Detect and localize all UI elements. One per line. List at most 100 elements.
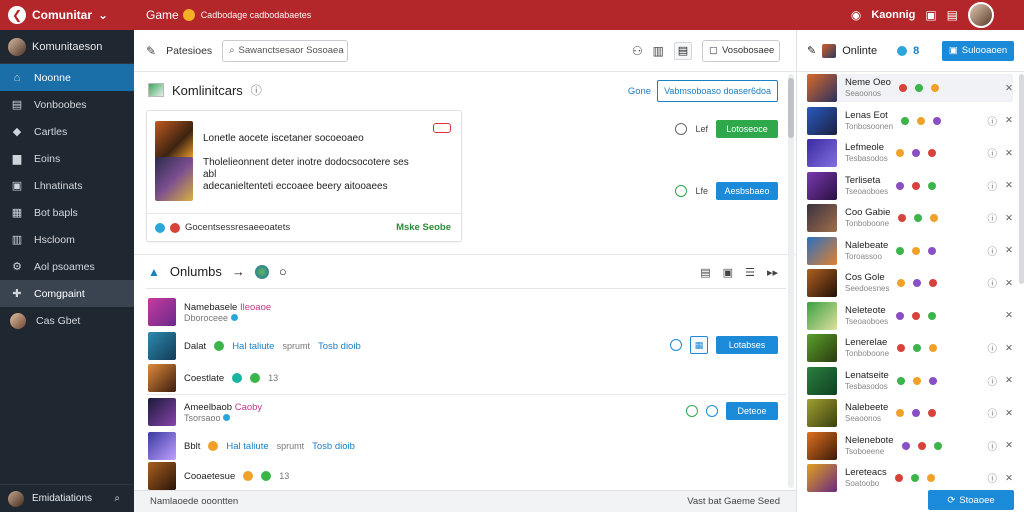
online-user-row[interactable]: Neme Oeo Seaoonos ✕	[807, 74, 1013, 102]
sidebar-item-profile[interactable]: Cas Gbet	[0, 307, 134, 334]
online-user-row[interactable]: Neleteote Tseoaoboes ✕	[807, 301, 1013, 330]
info-icon[interactable]: ⓘ	[988, 374, 998, 388]
info-icon[interactable]	[670, 339, 682, 351]
panel-action-button[interactable]: ▣ Sulooaoen	[942, 40, 1014, 61]
info-icon[interactable]: ⓘ	[988, 179, 998, 193]
section-link[interactable]: Gone	[628, 86, 651, 97]
layout-icon[interactable]: ▤	[674, 41, 692, 60]
info-icon[interactable]: ⓘ	[988, 406, 998, 420]
close-icon[interactable]: ✕	[1005, 278, 1013, 289]
close-icon[interactable]: ✕	[1005, 343, 1013, 354]
info-icon[interactable]	[706, 405, 718, 417]
grid-icon[interactable]: ▦	[690, 336, 708, 354]
sidebar-item-calendar[interactable]: ▥ Hscloom	[0, 226, 134, 253]
sidebar-item-documents[interactable]: ▣ Lhnatinats	[0, 172, 134, 199]
search-input[interactable]: ⌕ Sawanctsesaor Sosoaea	[222, 39, 349, 62]
scrollbar-thumb[interactable]	[788, 78, 794, 138]
close-icon[interactable]: ✕	[1005, 473, 1013, 484]
sidebar-item-plugins[interactable]: ✚ Comgpaint	[0, 280, 134, 307]
image-icon[interactable]: ▣	[723, 266, 733, 279]
section-action-button[interactable]: Vabmsoboaso doaser6doa	[657, 80, 778, 102]
user-label[interactable]: Kaonnig	[871, 9, 915, 21]
online-user-row[interactable]: Lereteacs Soatoobo ⓘ ✕	[807, 464, 1013, 492]
sidebar-item-home[interactable]: ⌂ Noonne	[0, 64, 134, 91]
close-icon[interactable]: ✕	[1005, 115, 1013, 126]
status-icon[interactable]	[675, 185, 688, 197]
online-user-row[interactable]: Lenerelae Tonboboone ⓘ ✕	[807, 334, 1013, 362]
more-icon[interactable]: ▸▸	[767, 266, 778, 279]
info-icon[interactable]: ⓘ	[988, 276, 998, 290]
tab-patesioes[interactable]: Patesioes	[166, 45, 212, 57]
sidebar-footer[interactable]: Emidatiations ⌕	[0, 484, 134, 512]
row-action-button[interactable]: Aesbsbaeo	[716, 182, 778, 200]
row-action-button[interactable]: Lotoseoce	[716, 120, 778, 138]
online-user-row[interactable]: Lenas Eot Tonbosoonen ⓘ ✕	[807, 106, 1013, 135]
row-action-button[interactable]: Deteoe	[726, 402, 778, 420]
info-icon[interactable]: ⓘ	[251, 82, 262, 98]
row-action-button[interactable]: Lotabses	[716, 336, 778, 354]
close-icon[interactable]: ✕	[1005, 148, 1013, 159]
close-icon[interactable]: ✕	[1005, 408, 1013, 419]
list-item[interactable]: Cooaetesue 13	[148, 462, 289, 490]
circle-icon[interactable]: ○	[279, 264, 287, 279]
globe-icon[interactable]	[254, 264, 269, 279]
list-item[interactable]: Dalat Hal taliute sprumt Tosb dioib	[148, 332, 361, 360]
sidebar-item-briefcase[interactable]: ▆ Eoins	[0, 145, 134, 172]
sidebar-item-bots[interactable]: ▦ Bot bapls	[0, 199, 134, 226]
info-icon[interactable]: ⓘ	[988, 439, 998, 453]
gift-icon[interactable]: ▣	[925, 8, 936, 22]
view-select[interactable]: ▢ Vosobosaee	[702, 39, 780, 62]
notification-item[interactable]: Lonetle aocete iscetaner socoeoaeo	[155, 121, 364, 159]
close-icon[interactable]: ✕	[1005, 440, 1013, 451]
item-link[interactable]: Tosb dioib	[312, 441, 355, 452]
online-user-row[interactable]: Lefmeole Tesbasodos ⓘ ✕	[807, 139, 1013, 167]
info-icon[interactable]: ⓘ	[988, 114, 998, 128]
online-user-row[interactable]: Lenatseite Tesbasodos ⓘ ✕	[807, 366, 1013, 395]
list-item[interactable]: Ameelbaob Caoby Tsorsaoo	[148, 398, 262, 426]
edit-icon[interactable]: ✎	[807, 44, 816, 57]
online-user-row[interactable]: Nalebeete Seaoonos ⓘ ✕	[807, 399, 1013, 427]
close-icon[interactable]: ✕	[1005, 213, 1013, 224]
sidebar-item-settings[interactable]: ⚙ Aol psoames	[0, 253, 134, 280]
close-icon[interactable]: ✕	[1005, 180, 1013, 191]
sidebar-header[interactable]: Komunitaeson	[0, 30, 134, 64]
columns-icon[interactable]: ▥	[653, 44, 664, 58]
info-icon[interactable]	[675, 123, 688, 135]
list-icon[interactable]: ☰	[745, 266, 755, 279]
see-more-link[interactable]: Mske Seobe	[396, 222, 451, 233]
status-icon[interactable]	[686, 405, 698, 417]
item-link[interactable]: Tosb dioib	[318, 341, 361, 352]
arrow-right-icon[interactable]: →	[232, 264, 245, 279]
item-link[interactable]: Hal taliute	[232, 341, 274, 352]
user-status-icon[interactable]: ◉	[851, 8, 861, 22]
online-user-row[interactable]: Coo Gabie Tonboboone ⓘ ✕	[807, 204, 1013, 232]
document-icon[interactable]: ▤	[700, 266, 710, 279]
info-icon[interactable]: ⓘ	[988, 341, 998, 355]
vertical-scrollbar[interactable]	[788, 74, 794, 488]
panel-scrollbar[interactable]	[1019, 74, 1024, 284]
info-icon[interactable]: ⓘ	[988, 244, 998, 258]
close-icon[interactable]: ✕	[1005, 83, 1013, 94]
close-icon[interactable]: ✕	[1005, 310, 1013, 321]
chevron-down-icon[interactable]: ⌄	[98, 8, 108, 22]
info-icon[interactable]: ⓘ	[988, 211, 998, 225]
item-link[interactable]: Hal taliute	[226, 441, 268, 452]
panel-footer-button[interactable]: ⟳ Stoaoee	[928, 490, 1014, 510]
list-item[interactable]: Bblt Hal taliute sprumt Tosb dioib	[148, 432, 355, 460]
list-item[interactable]: Namebasele Ileoaoe Dboroceee	[148, 298, 271, 326]
notification-item[interactable]: Tholelieonnent deter inotre dodocsocoter…	[155, 157, 409, 201]
user-avatar[interactable]	[968, 2, 994, 28]
user-icon[interactable]: ⚇	[632, 44, 643, 58]
close-icon[interactable]: ✕	[1005, 245, 1013, 256]
list-item[interactable]: Coestlate 13	[148, 364, 278, 392]
edit-icon[interactable]: ✎	[146, 44, 156, 58]
online-user-row[interactable]: Cos Gole Seedoesnes ⓘ ✕	[807, 269, 1013, 297]
info-icon[interactable]: ⓘ	[988, 146, 998, 160]
brand[interactable]: ❮ Comunitar ⌄	[0, 6, 134, 24]
online-user-row[interactable]: Nelenebote Tsoboeene ⓘ ✕	[807, 431, 1013, 460]
online-user-row[interactable]: Nalebeate Toroassoo ⓘ ✕	[807, 236, 1013, 265]
bell-icon[interactable]: ▤	[947, 8, 958, 22]
search-icon[interactable]: ⌕	[114, 493, 120, 504]
sidebar-item-tags[interactable]: ◆ Cartles	[0, 118, 134, 145]
game-selector[interactable]: Game	[146, 8, 195, 22]
